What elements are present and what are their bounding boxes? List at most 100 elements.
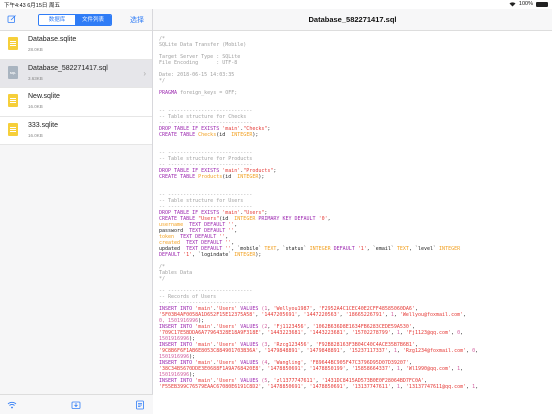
code-token: (id <box>222 174 238 180</box>
code-token: '1478850691' <box>309 384 346 390</box>
code-token: 'Wellyou@foxmail.com' <box>399 312 464 318</box>
code-token: INTEGER <box>234 252 256 258</box>
code-token: SQLite Data Transfer (Mobile) <box>159 42 247 48</box>
code-token: , <box>475 348 479 354</box>
file-name: Database_582271417.sql <box>28 64 108 72</box>
page-title: Database_582271417.sql <box>308 15 397 24</box>
code-token: ; <box>267 126 271 132</box>
code-token: '1' <box>357 246 367 252</box>
wifi-icon <box>509 1 516 6</box>
sql-code-view[interactable]: /* SQLite Data Transfer (Mobile) Target S… <box>153 31 552 414</box>
code-token: TEXT <box>264 246 277 252</box>
code-token: ; <box>273 168 277 174</box>
sqlite-file-icon <box>8 37 18 50</box>
detail-pane: Database_582271417.sql /* SQLite Data Tra… <box>153 9 552 414</box>
code-token: , `email` <box>366 246 397 252</box>
code-token: Date: 2018-06-15 14:03:35 <box>159 72 235 78</box>
code-token: ); <box>255 252 262 258</box>
sidebar-toolbar <box>0 394 153 414</box>
battery-icon <box>536 1 548 7</box>
code-token: 'F55EB399C76579EAAC67080E6191C8D2' <box>159 384 262 390</box>
file-item[interactable]: New.sqlite 16.0KB <box>0 88 152 117</box>
code-token: INTEGER <box>234 216 259 222</box>
code-token: '1447220563' <box>303 312 340 318</box>
edit-icon[interactable] <box>7 14 17 24</box>
status-right: 100% <box>509 1 548 7</box>
code-token: '1479848891' <box>264 348 301 354</box>
code-token: DEFAULT <box>159 252 184 258</box>
code-token: '15237117337' <box>348 348 388 354</box>
code-token: foreign_keys = OFF; <box>180 90 238 96</box>
code-token: Products <box>198 174 223 180</box>
code-token: '1479848891' <box>306 348 343 354</box>
status-time: 下午4:43 6月15日 周五 <box>4 3 60 9</box>
code-token: Checks <box>198 132 217 138</box>
code-token: '1443223681' <box>309 330 346 336</box>
file-size: 16.0KB <box>28 104 43 109</box>
code-token: '1478850199' <box>309 366 346 372</box>
code-token: 'Rzg1234@foxmail.com' <box>402 348 467 354</box>
code-token: '18665226791' <box>345 312 385 318</box>
code-token: 'Fj1123@qq.com' <box>405 330 452 336</box>
code-token: '1443223681' <box>267 330 304 336</box>
code-token: '1447205691' <box>261 312 298 318</box>
code-token: , <box>234 228 238 234</box>
code-line: 'F55EB399C76579EAAC67080E6191C8D2', '147… <box>159 384 546 390</box>
sqlite-file-icon <box>8 122 18 136</box>
code-token: PRIMARY KEY DEFAULT <box>258 216 319 222</box>
code-token: , <box>327 216 331 222</box>
code-token: INTEGER <box>439 246 461 252</box>
code-token: , <box>460 366 464 372</box>
sidebar: 数据库 文件列表 选择 Database.sqlite 28.0KB SQL D… <box>0 9 153 414</box>
document-icon[interactable] <box>135 400 145 410</box>
code-token: '13137747611@qq.com' <box>405 384 467 390</box>
code-token: TEXT <box>396 246 409 252</box>
status-bar: 下午4:43 6月15日 周五 100% <box>0 0 552 9</box>
code-token: '15858664337' <box>351 366 391 372</box>
select-button[interactable]: 选择 <box>130 15 144 25</box>
code-token: INTEGER <box>237 174 259 180</box>
sql-file-icon: SQL <box>8 65 18 79</box>
file-name: 333.sqlite <box>28 121 58 129</box>
code-token: ); <box>258 174 265 180</box>
tab-database[interactable]: 数据库 <box>39 15 75 25</box>
file-list: Database.sqlite 28.0KB SQL Database_5822… <box>0 31 152 145</box>
sidebar-nav-bar: 数据库 文件列表 选择 <box>0 9 152 31</box>
code-token: ); <box>252 132 259 138</box>
file-item[interactable]: SQL Database_582271417.sql 3.63KB › <box>0 59 152 88</box>
code-token: , <box>475 384 479 390</box>
code-token: , `status` <box>276 246 310 252</box>
code-token: '1478850691' <box>267 384 304 390</box>
code-token: , `logindate` <box>192 252 235 258</box>
file-size: 16.0KB <box>28 132 43 138</box>
code-token: , <box>463 312 467 318</box>
code-token: File Encoding : UTF-8 <box>159 60 238 66</box>
code-token: , `level` <box>408 246 440 252</box>
file-item[interactable]: 333.sqlite 16.0KB <box>0 117 152 145</box>
file-size: 3.63KB <box>28 75 43 81</box>
code-token: PRAGMA <box>159 90 181 96</box>
wifi-transfer-icon[interactable] <box>7 400 17 410</box>
code-token: '0' <box>318 216 328 222</box>
code-token: '13137747611' <box>351 384 391 390</box>
file-item[interactable]: Database.sqlite 28.0KB <box>0 31 152 60</box>
code-token: INTEGER <box>231 132 253 138</box>
source-segmented-control[interactable]: 数据库 文件列表 <box>38 14 112 26</box>
file-name: New.sqlite <box>28 93 60 100</box>
file-size: 28.0KB <box>28 47 43 52</box>
chevron-right-icon: › <box>143 68 146 78</box>
import-icon[interactable] <box>71 400 81 410</box>
code-token: (id <box>216 132 232 138</box>
code-token: CREATE TABLE <box>159 132 199 138</box>
code-token: '15702278799' <box>351 330 391 336</box>
code-token: , <box>460 330 464 336</box>
code-token: '1' <box>183 252 193 258</box>
battery-percent: 100% <box>518 1 533 7</box>
detail-nav-bar: Database_582271417.sql <box>153 9 552 31</box>
code-token: DEFAULT <box>333 246 358 252</box>
file-name: Database.sqlite <box>28 36 77 43</box>
code-token: '1478850691' <box>267 366 304 372</box>
code-token: INTEGER <box>309 246 334 252</box>
code-token: CREATE TABLE <box>159 174 199 180</box>
tab-file-list[interactable]: 文件列表 <box>75 15 111 25</box>
